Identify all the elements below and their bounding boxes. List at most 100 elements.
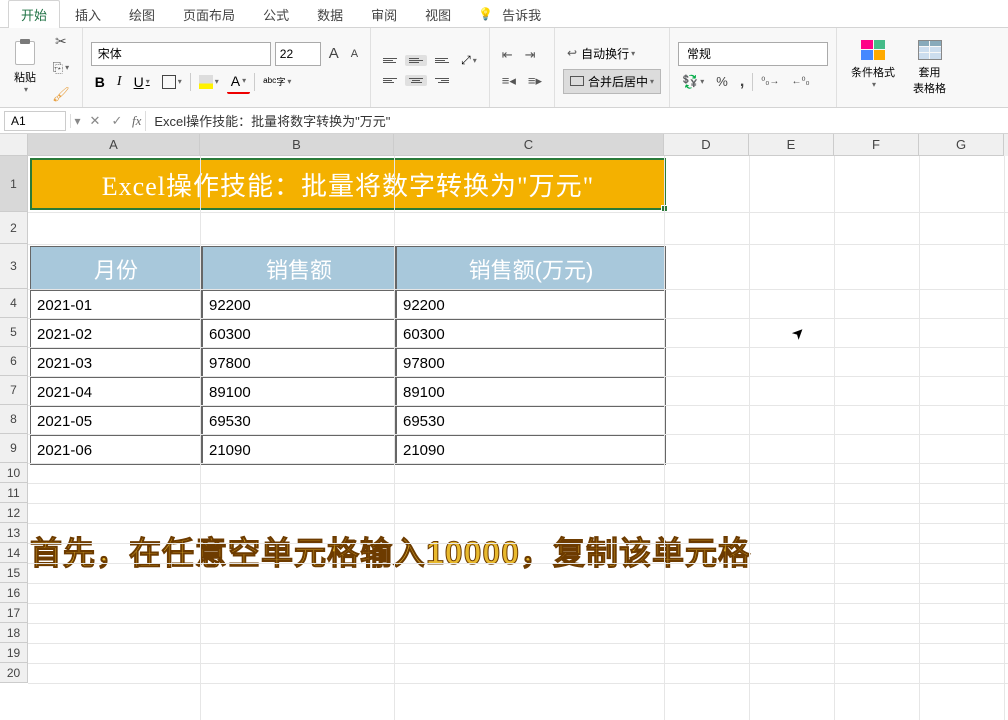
copy-button[interactable]: ⎘▾ [48,57,74,79]
row-header-3[interactable]: 3 [0,244,28,289]
row-header-4[interactable]: 4 [0,289,28,318]
increase-decimal-button[interactable]: ⁰₀→ [757,73,783,90]
row-header-8[interactable]: 8 [0,405,28,434]
cell-r0-c2[interactable]: 92200 [396,291,666,320]
increase-indent-button[interactable]: ⇥ [521,44,540,66]
font-name-select[interactable] [91,42,271,66]
formula-input[interactable] [145,111,1008,131]
currency-button[interactable]: 💱▾ [678,71,708,93]
decrease-decimal-button[interactable]: ←⁰₀ [787,73,813,90]
indent-right-button[interactable]: ≡▸ [524,70,546,92]
tab-start[interactable]: 开始 [8,0,60,28]
col-header-D[interactable]: D [664,134,749,156]
name-box-dropdown[interactable]: ▾ [70,114,84,128]
cell-r1-c2[interactable]: 60300 [396,320,666,349]
row-header-11[interactable]: 11 [0,483,28,503]
percent-button[interactable]: % [712,71,732,92]
row-header-7[interactable]: 7 [0,376,28,405]
indent-left-button[interactable]: ≡◂ [498,70,520,92]
row-header-9[interactable]: 9 [0,434,28,463]
row-header-17[interactable]: 17 [0,603,28,623]
underline-button[interactable]: U▾ [130,71,154,93]
italic-button[interactable]: I [113,71,126,93]
fill-color-button[interactable]: ▾ [195,72,223,92]
align-right-button[interactable] [431,75,453,86]
paste-button[interactable]: 粘贴 ▾ [8,41,42,94]
grow-font-button[interactable]: A [325,42,343,65]
row-header-15[interactable]: 15 [0,563,28,583]
header-month[interactable]: 月份 [30,246,202,291]
wrap-text-button[interactable]: ↩自动换行▾ [563,42,639,65]
cell-r4-c2[interactable]: 69530 [396,407,666,436]
select-all-corner[interactable] [0,134,28,156]
tab-data[interactable]: 数据 [304,0,356,28]
cell-r0-c1[interactable]: 92200 [202,291,396,320]
cell-r2-c2[interactable]: 97800 [396,349,666,378]
col-header-B[interactable]: B [200,134,394,156]
phonetic-button[interactable]: ᵃᵇᶜ字▾ [259,72,295,92]
tab-draw[interactable]: 绘图 [116,0,168,28]
comma-button[interactable]: , [736,70,748,94]
cancel-formula-button[interactable]: ✕ [84,113,106,129]
merge-center-button[interactable]: 合并后居中▾ [563,69,661,94]
tab-layout[interactable]: 页面布局 [170,0,248,28]
align-left-button[interactable] [379,75,401,86]
row-header-14[interactable]: 14 [0,543,28,563]
title-merged-cell[interactable]: Excel操作技能：批量将数字转换为"万元" [30,158,666,210]
font-size-select[interactable] [275,42,321,66]
row-header-12[interactable]: 12 [0,503,28,523]
cell-r5-c0[interactable]: 2021-06 [30,436,202,465]
row-header-13[interactable]: 13 [0,523,28,543]
header-sales[interactable]: 销售额 [202,246,396,291]
cell-r3-c0[interactable]: 2021-04 [30,378,202,407]
row-header-2[interactable]: 2 [0,212,28,244]
cell-r4-c1[interactable]: 69530 [202,407,396,436]
tab-tellme[interactable]: 告诉我 [501,0,554,28]
row-header-10[interactable]: 10 [0,463,28,483]
align-top-button[interactable] [379,55,401,66]
decrease-indent-button[interactable]: ⇤ [498,44,517,66]
cell-r5-c2[interactable]: 21090 [396,436,666,465]
col-header-C[interactable]: C [394,134,664,156]
confirm-formula-button[interactable]: ✓ [106,113,128,129]
cell-r1-c0[interactable]: 2021-02 [30,320,202,349]
row-header-5[interactable]: 5 [0,318,28,347]
fx-icon[interactable]: fx [128,113,145,129]
cell-r1-c1[interactable]: 60300 [202,320,396,349]
shrink-font-button[interactable]: A [347,45,362,63]
row-header-1[interactable]: 1 [0,156,28,212]
align-middle-button[interactable] [405,55,427,66]
tab-insert[interactable]: 插入 [62,0,114,28]
cell-r3-c2[interactable]: 89100 [396,378,666,407]
tab-review[interactable]: 审阅 [358,0,410,28]
cell-r4-c0[interactable]: 2021-05 [30,407,202,436]
cell-grid[interactable]: Excel操作技能：批量将数字转换为"万元" 月份 销售额 销售额(万元) 20… [28,156,1008,720]
tab-formula[interactable]: 公式 [250,0,302,28]
orientation-button[interactable]: ⤢▾ [457,50,481,71]
cell-r2-c0[interactable]: 2021-03 [30,349,202,378]
cell-r0-c0[interactable]: 2021-01 [30,291,202,320]
cell-r3-c1[interactable]: 89100 [202,378,396,407]
row-header-6[interactable]: 6 [0,347,28,376]
col-header-F[interactable]: F [834,134,919,156]
row-header-16[interactable]: 16 [0,583,28,603]
cell-r2-c1[interactable]: 97800 [202,349,396,378]
col-header-A[interactable]: A [28,134,200,156]
row-header-19[interactable]: 19 [0,643,28,663]
tab-view[interactable]: 视图 [412,0,464,28]
col-header-E[interactable]: E [749,134,834,156]
name-box[interactable]: A1 [4,111,66,131]
table-format-button[interactable]: 套用 表格格 [907,40,952,96]
align-bottom-button[interactable] [431,55,453,66]
border-button[interactable]: ▾ [158,72,186,92]
cut-button[interactable]: ✂ [48,30,74,53]
header-sales-wan[interactable]: 销售额(万元) [396,246,666,291]
row-header-20[interactable]: 20 [0,663,28,683]
bold-button[interactable]: B [91,71,109,93]
align-center-button[interactable] [405,75,427,86]
number-format-select[interactable] [678,42,828,66]
row-header-18[interactable]: 18 [0,623,28,643]
col-header-G[interactable]: G [919,134,1004,156]
cell-r5-c1[interactable]: 21090 [202,436,396,465]
conditional-format-button[interactable]: 条件格式 ▾ [845,40,901,96]
